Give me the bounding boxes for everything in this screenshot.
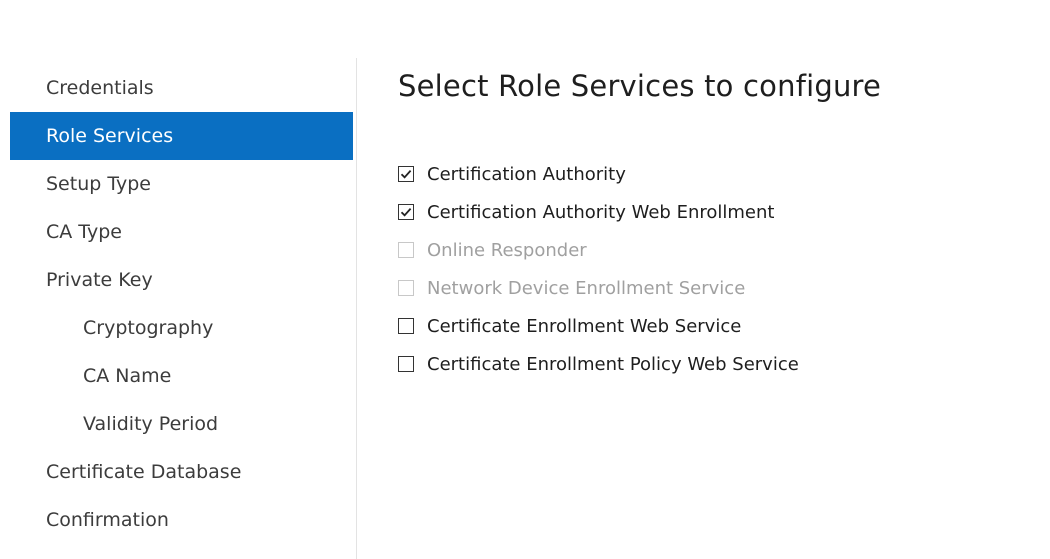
role-service-label: Network Device Enrollment Service [427, 277, 746, 299]
main-content: Select Role Services to configure Certif… [398, 64, 1038, 383]
wizard-navigation: Credentials Role Services Setup Type CA … [10, 64, 353, 544]
sidebar-divider [356, 58, 357, 559]
role-service-label: Certification Authority Web Enrollment [427, 201, 775, 223]
nav-item-ca-name[interactable]: CA Name [10, 352, 353, 400]
nav-item-confirmation[interactable]: Confirmation [10, 496, 353, 544]
certification-authority-checkbox[interactable] [398, 166, 414, 182]
role-service-label: Online Responder [427, 239, 587, 261]
role-service-label: Certificate Enrollment Policy Web Servic… [427, 353, 799, 375]
enrollment-policy-web-service-checkbox[interactable] [398, 356, 414, 372]
role-service-label: Certificate Enrollment Web Service [427, 315, 742, 337]
role-service-label: Certification Authority [427, 163, 626, 185]
checkmark-icon [400, 207, 412, 217]
role-service-enrollment-web-service[interactable]: Certificate Enrollment Web Service [398, 307, 1038, 345]
nav-item-validity-period[interactable]: Validity Period [10, 400, 353, 448]
nav-item-role-services[interactable]: Role Services [10, 112, 353, 160]
role-service-enrollment-policy-web-service[interactable]: Certificate Enrollment Policy Web Servic… [398, 345, 1038, 383]
enrollment-web-service-checkbox[interactable] [398, 318, 414, 334]
nav-item-private-key[interactable]: Private Key [10, 256, 353, 304]
checkmark-icon [400, 169, 412, 179]
role-service-certification-authority[interactable]: Certification Authority [398, 155, 1038, 193]
role-services-list: Certification Authority Certification Au… [398, 155, 1038, 383]
page-title: Select Role Services to configure [398, 69, 882, 103]
role-service-online-responder: Online Responder [398, 231, 1038, 269]
online-responder-checkbox [398, 242, 414, 258]
ca-web-enrollment-checkbox[interactable] [398, 204, 414, 220]
network-device-enrollment-checkbox [398, 280, 414, 296]
nav-item-setup-type[interactable]: Setup Type [10, 160, 353, 208]
nav-item-ca-type[interactable]: CA Type [10, 208, 353, 256]
nav-item-certificate-database[interactable]: Certificate Database [10, 448, 353, 496]
nav-item-cryptography[interactable]: Cryptography [10, 304, 353, 352]
role-service-network-device-enrollment: Network Device Enrollment Service [398, 269, 1038, 307]
role-service-ca-web-enrollment[interactable]: Certification Authority Web Enrollment [398, 193, 1038, 231]
nav-item-credentials[interactable]: Credentials [10, 64, 353, 112]
